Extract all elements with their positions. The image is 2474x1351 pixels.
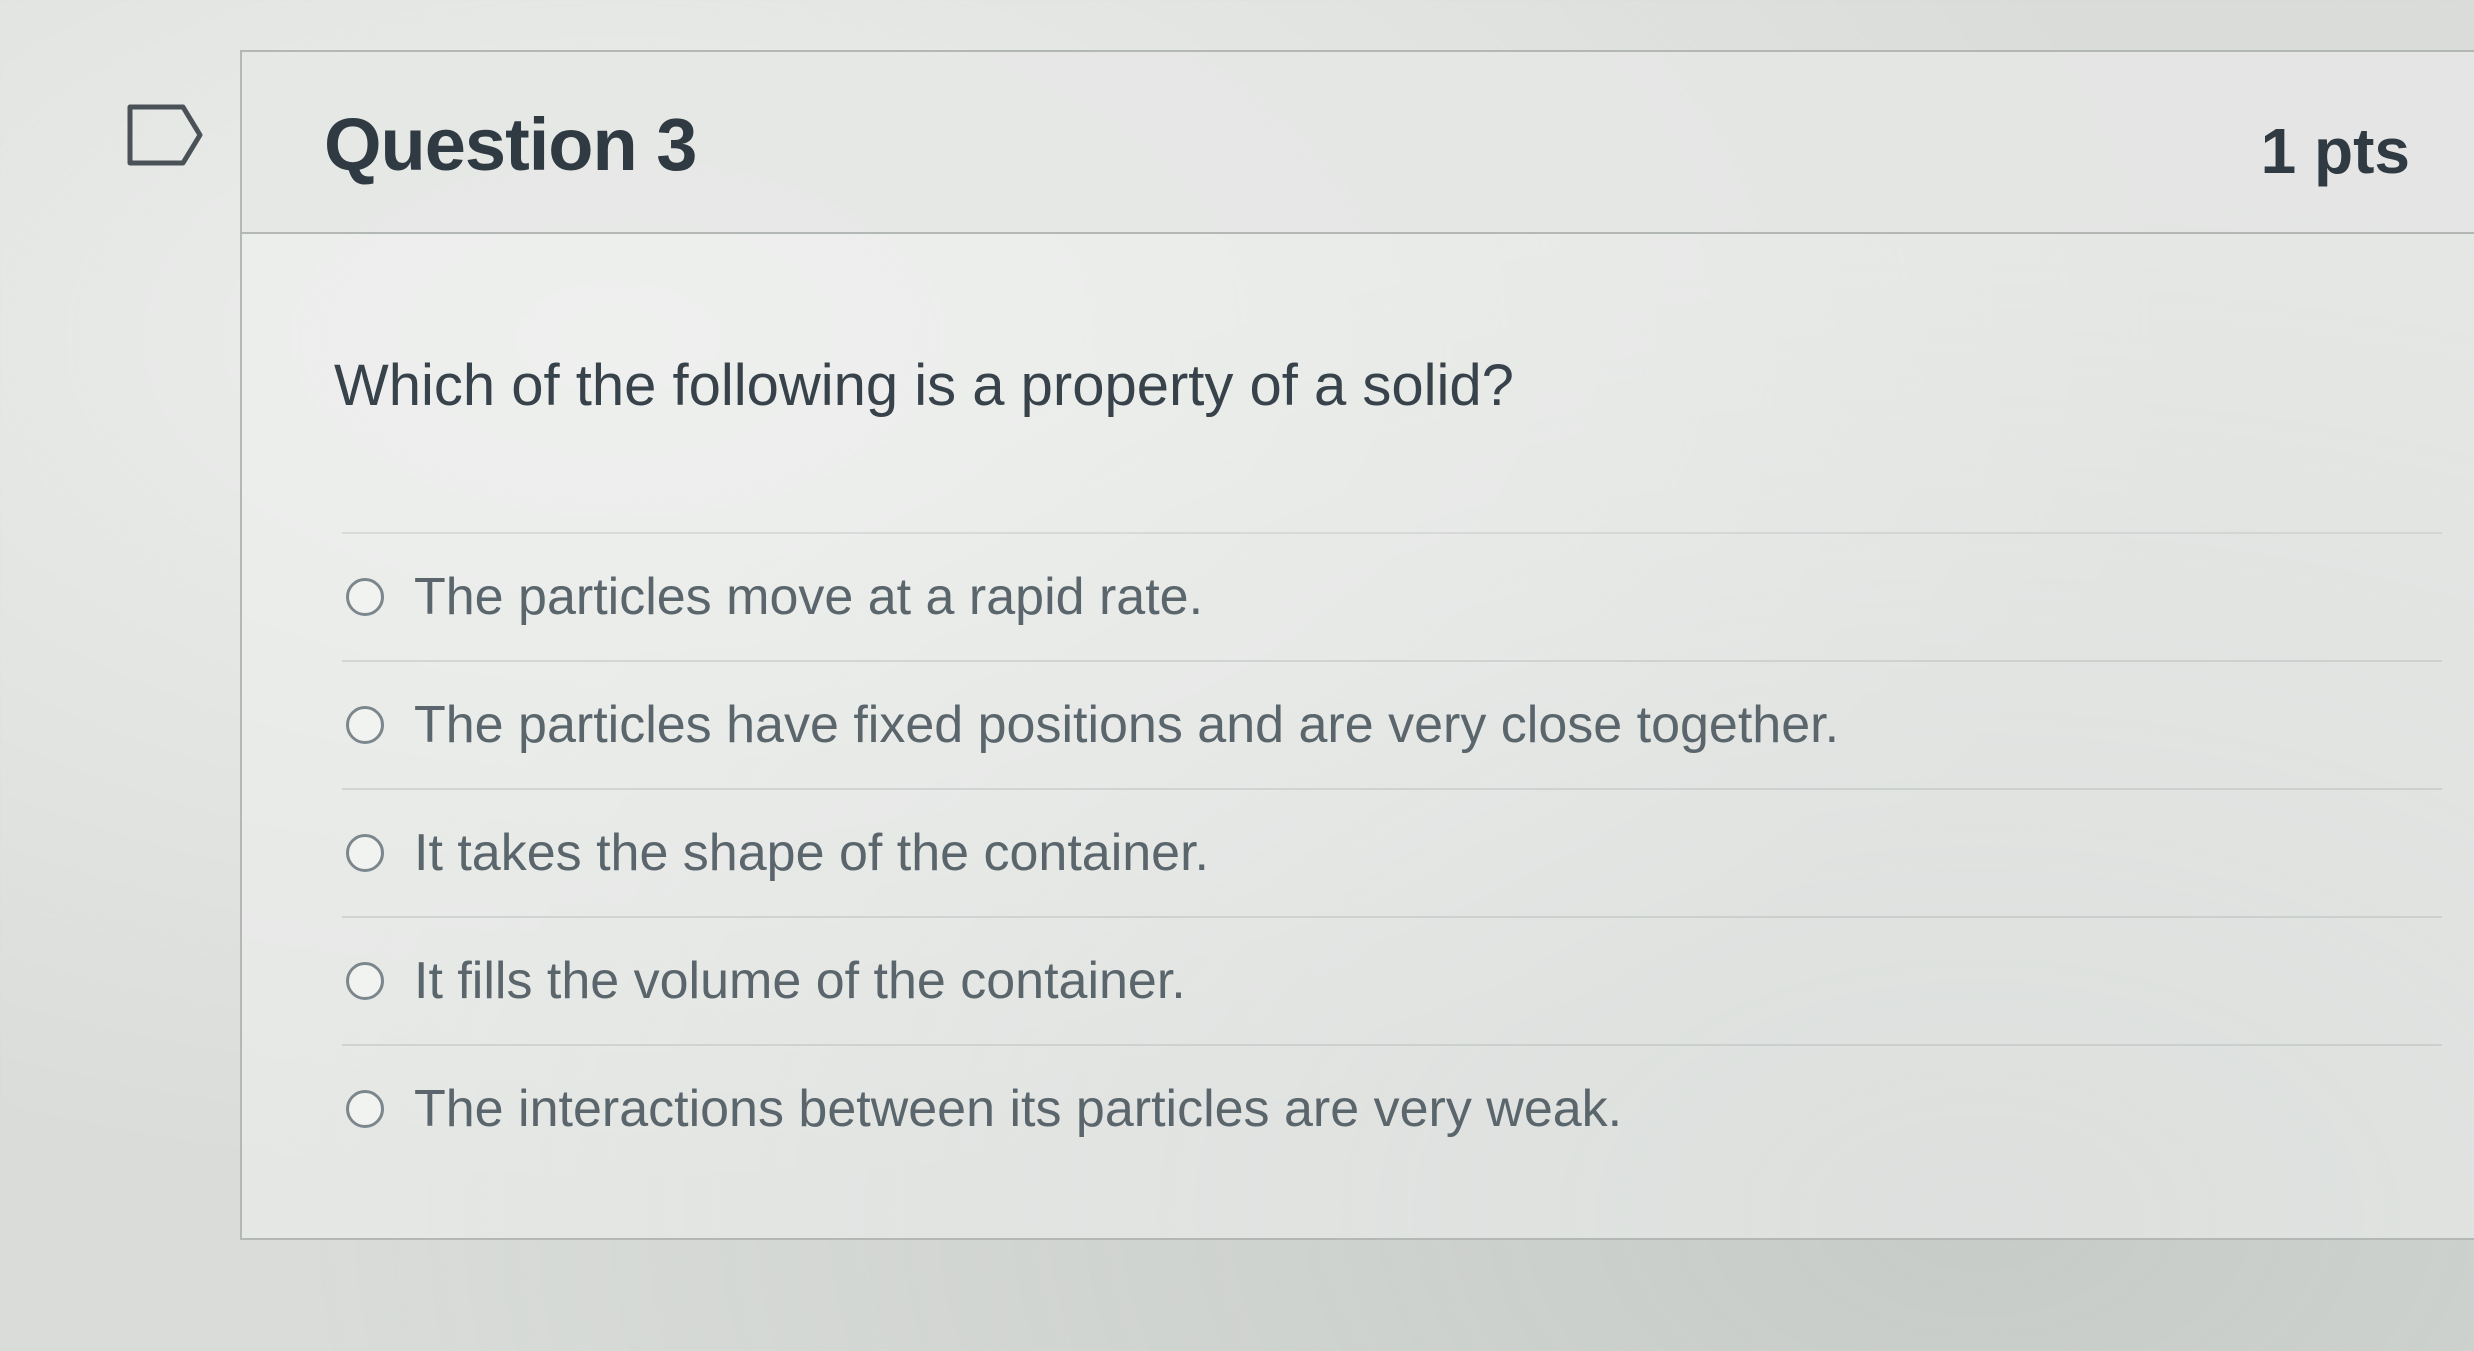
question-title: Question 3 — [324, 103, 697, 186]
answer-label[interactable]: The interactions between its particles a… — [414, 1079, 1622, 1139]
question-prompt: Which of the following is a property of … — [334, 353, 1514, 418]
answer-label[interactable]: The particles have fixed positions and a… — [414, 695, 1839, 755]
flag-question-icon[interactable] — [125, 102, 205, 168]
question-points: 1 pts — [2260, 115, 2410, 187]
question-card: Question 3 1 pts Which of the following … — [240, 50, 2474, 1240]
answer-option[interactable]: The particles move at a rapid rate. — [342, 532, 2442, 660]
radio-button[interactable] — [346, 578, 384, 616]
radio-button[interactable] — [346, 962, 384, 1000]
radio-button[interactable] — [346, 1090, 384, 1128]
answer-label[interactable]: The particles move at a rapid rate. — [414, 567, 1203, 627]
answer-option[interactable]: It fills the volume of the container. — [342, 916, 2442, 1044]
answer-option[interactable]: The interactions between its particles a… — [342, 1044, 2442, 1172]
radio-button[interactable] — [346, 834, 384, 872]
answer-list: The particles move at a rapid rate. The … — [342, 532, 2442, 1172]
radio-button[interactable] — [346, 706, 384, 744]
answer-label[interactable]: It takes the shape of the container. — [414, 823, 1209, 883]
answer-option[interactable]: It takes the shape of the container. — [342, 788, 2442, 916]
answer-label[interactable]: It fills the volume of the container. — [414, 951, 1186, 1011]
question-header: Question 3 1 pts — [242, 52, 2474, 234]
answer-option[interactable]: The particles have fixed positions and a… — [342, 660, 2442, 788]
